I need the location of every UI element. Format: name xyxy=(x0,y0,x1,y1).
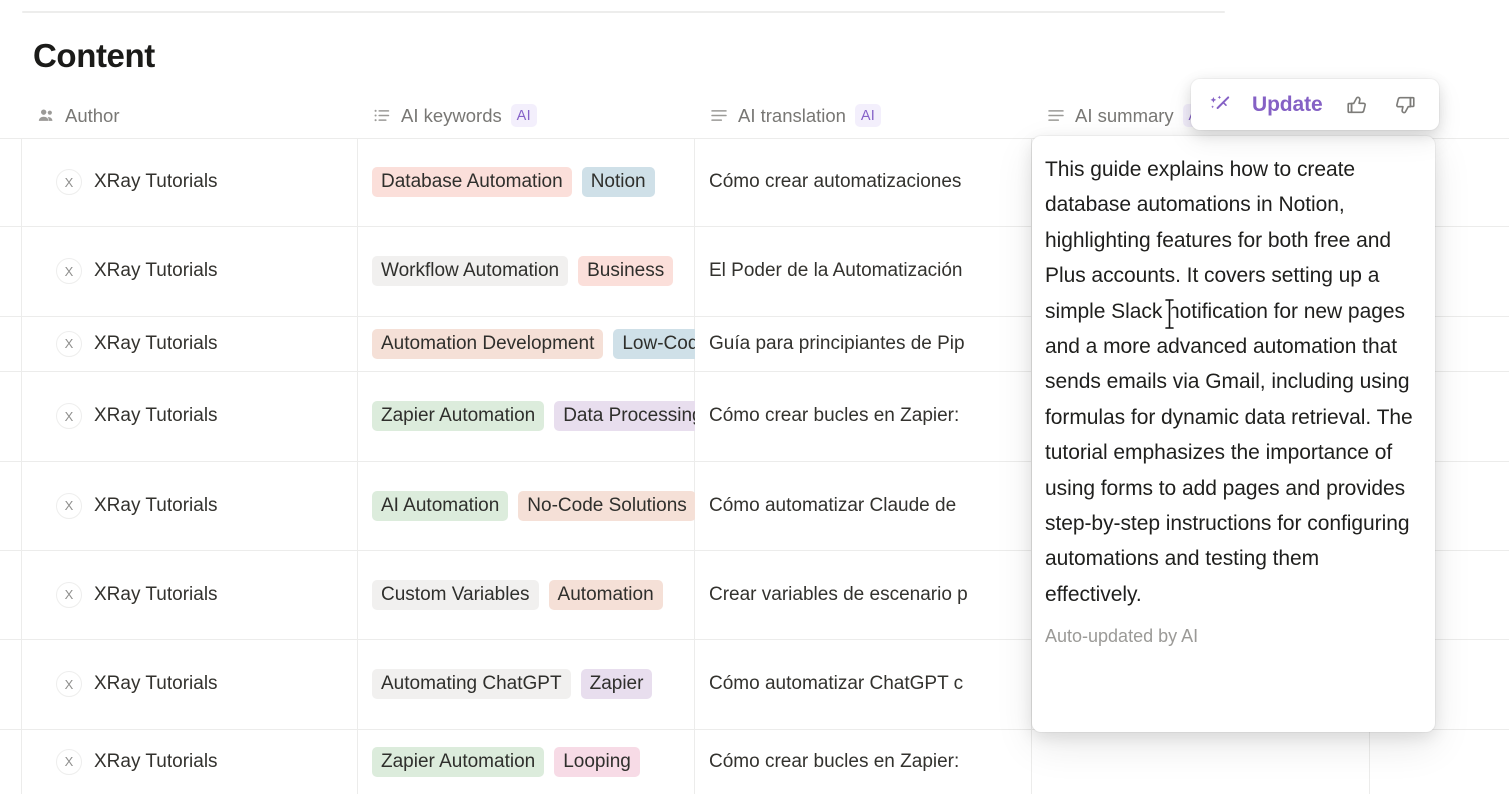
keyword-tag[interactable]: Data Processing xyxy=(554,401,695,431)
keyword-tag[interactable]: Workflow Automation xyxy=(372,256,569,286)
column-header-label: AI translation xyxy=(738,104,846,126)
keyword-tag[interactable]: Low-Code xyxy=(613,328,695,359)
ai-translation-cell[interactable]: El Poder de la Automatización xyxy=(695,226,1032,316)
keyword-tag[interactable]: Database Automation xyxy=(372,167,572,197)
ai-keywords-cell[interactable]: Automating ChatGPT Zapier xyxy=(358,639,695,729)
column-header-ai_translation[interactable]: AI translation AI xyxy=(695,93,1032,138)
column-header-label: Author xyxy=(65,104,120,126)
keyword-tag[interactable]: Custom Variables xyxy=(372,579,539,610)
text-lines-icon xyxy=(709,106,729,126)
keyword-tag[interactable]: Zapier Automation xyxy=(372,401,545,431)
ai-translation-cell[interactable]: Cómo crear bucles en Zapier: xyxy=(695,729,1032,794)
ai-translation-cell[interactable]: Cómo crear automatizaciones xyxy=(695,138,1032,226)
author-name: XRay Tutorials xyxy=(94,332,218,354)
avatar: X xyxy=(56,581,82,608)
column-header-label: AI keywords xyxy=(401,104,502,126)
ai-translation-cell[interactable]: Cómo automatizar Claude de xyxy=(695,461,1032,550)
keyword-tag[interactable]: Automating ChatGPT xyxy=(372,669,571,699)
avatar: X xyxy=(56,671,82,697)
table-row[interactable]: X XRay Tutorials xyxy=(22,461,358,550)
table-row[interactable]: X XRay Tutorials xyxy=(22,138,358,226)
multi-select-icon xyxy=(372,106,392,126)
ai-keywords-cell[interactable]: Workflow Automation Business xyxy=(358,226,695,316)
ai-keywords-cell[interactable]: AI Automation No-Code Solutions xyxy=(358,461,695,550)
table-row[interactable]: X XRay Tutorials xyxy=(22,550,358,639)
ai-badge: AI xyxy=(510,104,537,127)
author-name: XRay Tutorials xyxy=(94,260,218,281)
text-lines-icon xyxy=(1046,106,1066,126)
avatar: X xyxy=(56,258,82,284)
keyword-tag[interactable]: Business xyxy=(578,256,674,286)
author-name: XRay Tutorials xyxy=(94,673,218,694)
notion-database-view: Content Author AI keywords AI AI translatio… xyxy=(0,0,1509,794)
people-icon xyxy=(36,106,56,126)
author-name: XRay Tutorials xyxy=(94,171,218,192)
table-row[interactable]: X XRay Tutorials xyxy=(22,371,358,461)
keyword-tag[interactable]: No-Code Solutions xyxy=(518,490,695,521)
keyword-tag[interactable]: Zapier xyxy=(580,669,653,699)
avatar: X xyxy=(56,330,82,357)
keyword-tag[interactable]: Notion xyxy=(581,167,655,197)
ai-keywords-cell[interactable]: Zapier Automation Data Processing xyxy=(358,371,695,461)
avatar: X xyxy=(56,748,82,775)
page-title: Content xyxy=(33,37,155,74)
ai-keywords-cell[interactable]: Database Automation Notion xyxy=(358,138,695,226)
column-header-label: AI summary xyxy=(1075,104,1174,126)
table-row[interactable]: X XRay Tutorials xyxy=(22,729,358,794)
keyword-tag[interactable]: Automation xyxy=(548,579,663,610)
column-header-ai_keywords[interactable]: AI keywords AI xyxy=(358,93,695,138)
ai-translation-cell[interactable]: Cómo crear bucles en Zapier: xyxy=(695,371,1032,461)
table-row[interactable]: X XRay Tutorials xyxy=(22,226,358,316)
keyword-tag[interactable]: Automation Development xyxy=(372,328,604,359)
table-row[interactable]: X XRay Tutorials xyxy=(22,316,358,371)
ai-summary-popup[interactable]: This guide explains how to create databa… xyxy=(1032,136,1435,732)
sparkle-wand-icon xyxy=(1208,93,1232,117)
top-divider xyxy=(22,11,1225,13)
ai-badge: AI xyxy=(854,104,881,127)
author-name: XRay Tutorials xyxy=(94,405,218,426)
ai-summary-footer: Auto-updated by AI xyxy=(1045,626,1199,647)
thumbs-up-icon[interactable] xyxy=(1343,91,1371,119)
avatar: X xyxy=(56,403,82,429)
keyword-tag[interactable]: AI Automation xyxy=(372,490,509,521)
keyword-tag[interactable]: Looping xyxy=(554,746,640,777)
ai-translation-cell[interactable]: Crear variables de escenario p xyxy=(695,550,1032,639)
author-name: XRay Tutorials xyxy=(94,750,218,772)
column-header-author[interactable]: Author xyxy=(22,93,358,138)
ai-update-button-label[interactable]: Update xyxy=(1252,93,1323,117)
thumbs-down-icon[interactable] xyxy=(1391,91,1419,119)
keyword-tag[interactable]: Zapier Automation xyxy=(372,746,545,777)
ai-keywords-cell[interactable]: Zapier Automation Looping xyxy=(358,729,695,794)
ai-summary-text: This guide explains how to create databa… xyxy=(1045,158,1413,606)
ai-update-toolbar[interactable]: Update xyxy=(1191,79,1439,130)
ai-translation-cell[interactable]: Guía para principiantes de Pip xyxy=(695,316,1032,371)
author-name: XRay Tutorials xyxy=(94,583,218,605)
avatar: X xyxy=(56,492,82,519)
ai-translation-cell[interactable]: Cómo automatizar ChatGPT c xyxy=(695,639,1032,729)
ai-keywords-cell[interactable]: Custom Variables Automation xyxy=(358,550,695,639)
author-name: XRay Tutorials xyxy=(94,494,218,516)
avatar: X xyxy=(56,169,82,195)
ai-keywords-cell[interactable]: Automation Development Low-Code xyxy=(358,316,695,371)
ai-summary-cell[interactable] xyxy=(1032,729,1370,794)
table-row[interactable]: X XRay Tutorials xyxy=(22,639,358,729)
